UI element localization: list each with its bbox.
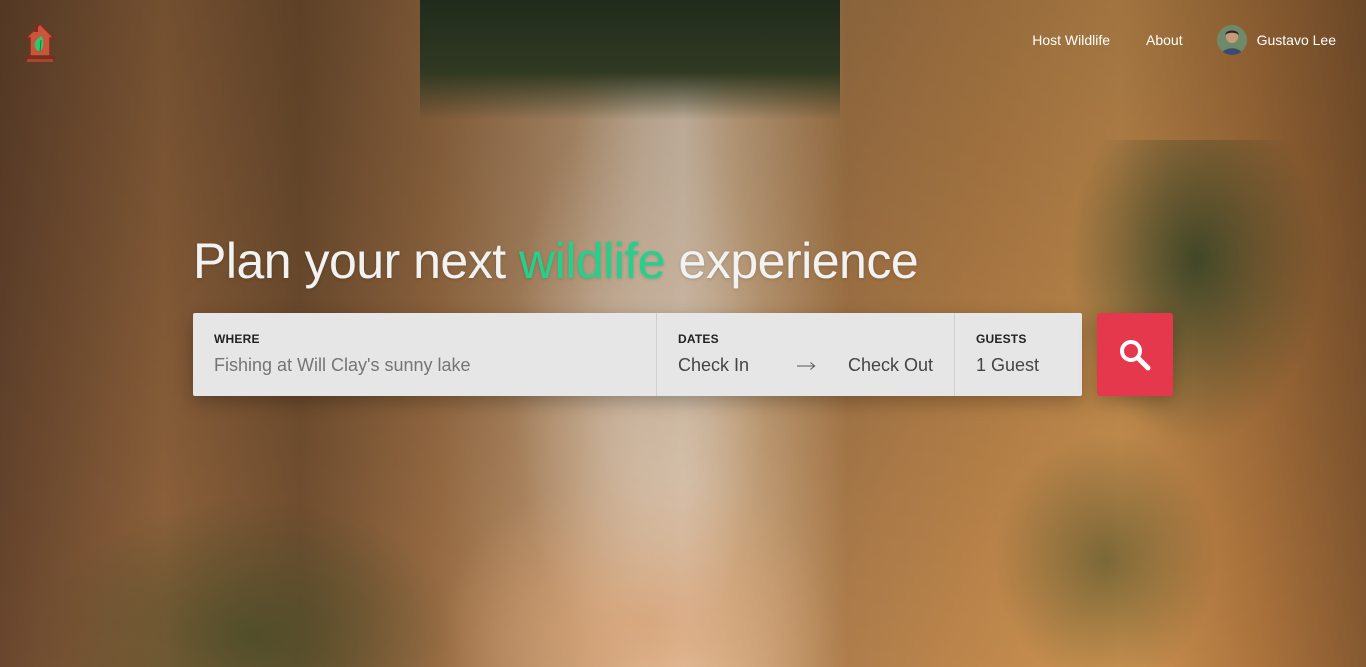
arrow-right-icon xyxy=(797,361,816,370)
where-input[interactable] xyxy=(214,355,635,376)
top-nav: Host Wildlife About Gustavo Lee xyxy=(0,0,1366,80)
guests-label: GUESTS xyxy=(976,332,1027,346)
where-label: WHERE xyxy=(214,332,260,346)
check-out-button[interactable]: Check Out xyxy=(848,355,933,376)
page-headline: Plan your next wildlife experience xyxy=(193,232,919,290)
user-name: Gustavo Lee xyxy=(1256,32,1336,48)
user-profile[interactable]: Gustavo Lee xyxy=(1216,25,1336,55)
headline-accent: wildlife xyxy=(519,233,666,289)
headline-after: experience xyxy=(678,233,919,289)
house-leaf-icon xyxy=(24,22,56,62)
search-icon xyxy=(1120,339,1151,370)
check-in-button[interactable]: Check In xyxy=(678,355,749,376)
headline-before: Plan your next xyxy=(193,233,506,289)
about-link[interactable]: About xyxy=(1146,32,1183,48)
search-button[interactable] xyxy=(1097,313,1173,396)
guests-field: GUESTS 1 Guest xyxy=(954,313,1082,396)
guests-select[interactable]: 1 Guest xyxy=(976,355,1061,376)
dates-field: DATES Check In Check Out xyxy=(656,313,954,396)
avatar xyxy=(1216,25,1247,55)
search-bar: WHERE DATES Check In Check Out GUESTS 1 … xyxy=(193,313,1082,396)
host-wildlife-link[interactable]: Host Wildlife xyxy=(1032,32,1110,48)
where-field: WHERE xyxy=(193,313,656,396)
dates-label: DATES xyxy=(678,332,719,346)
logo[interactable] xyxy=(22,22,58,64)
nav-links: Host Wildlife About Gustavo Lee xyxy=(996,24,1336,56)
